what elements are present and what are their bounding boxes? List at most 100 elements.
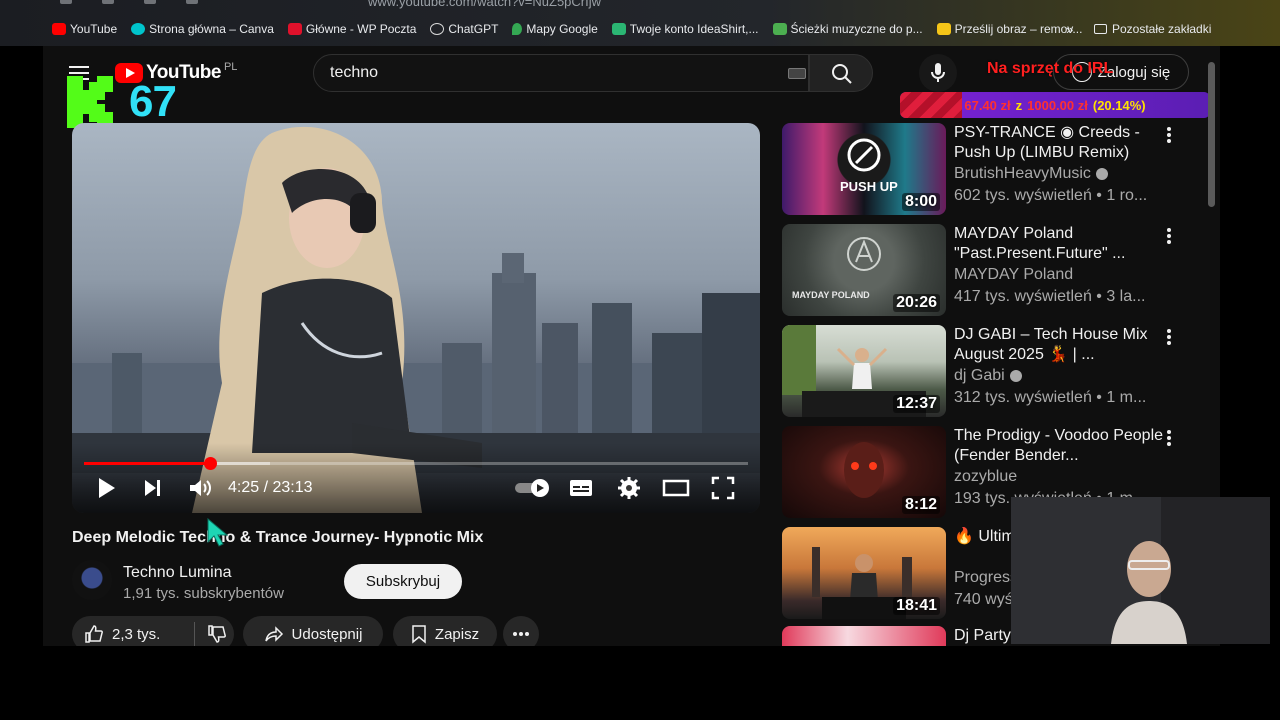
mayday-logo-icon	[847, 237, 881, 271]
canva-icon	[131, 23, 146, 35]
bookmark-canva[interactable]: Strona główna – Canva	[131, 22, 274, 36]
controls-gradient	[72, 443, 760, 513]
thumbs-up-icon	[85, 625, 103, 643]
video-title: Deep Melodic Techno & Trance Journey- Hy…	[72, 529, 484, 546]
chatgpt-icon	[430, 23, 445, 35]
bookmark-chatgpt[interactable]: ChatGPT	[430, 22, 498, 36]
search-button[interactable]	[809, 54, 873, 92]
removebg-icon	[936, 23, 951, 35]
channel-avatar[interactable]	[72, 560, 112, 600]
browser-nav-buttons[interactable]	[60, 0, 198, 4]
video-thumbnail[interactable]: PUSH UP 8:00	[782, 123, 946, 215]
bookmark-wp-poczta[interactable]: Główne - WP Poczta	[287, 22, 416, 36]
video-thumbnail[interactable]: 18:41	[782, 527, 946, 619]
recommendation-title[interactable]: MAYDAY Poland "Past.Present.Future" ...	[954, 224, 1166, 264]
more-horizontal-icon	[513, 632, 529, 636]
more-vertical-icon[interactable]	[1166, 428, 1172, 448]
video-duration: 8:00	[901, 193, 940, 211]
video-thumbnail[interactable]: 12:37	[782, 325, 946, 417]
subscriber-count: 1,91 tys. subskrybentów	[123, 585, 284, 602]
wp-icon	[287, 23, 302, 35]
bookmark-icon	[412, 625, 426, 644]
voice-search-button[interactable]	[919, 54, 957, 92]
recommendation-channel[interactable]: MAYDAY Poland	[954, 266, 1073, 284]
bookmarks-bar: YouTube Strona główna – Canva Główne - W…	[52, 22, 1096, 36]
folder-icon	[1094, 24, 1107, 34]
more-actions-button[interactable]	[503, 616, 539, 646]
subscribe-button[interactable]: Subskrybuj	[344, 564, 462, 599]
other-bookmarks[interactable]: Pozostałe zakładki	[1094, 22, 1211, 36]
settings-gear-icon[interactable]	[616, 475, 642, 501]
screen: www.youtube.com/watch?v=NuZ5pCrIjw YouTu…	[0, 0, 1280, 720]
red-face-figure	[844, 442, 884, 498]
subtitles-icon[interactable]	[568, 475, 594, 501]
video-thumbnail[interactable]	[782, 626, 946, 646]
progress-bar[interactable]	[84, 457, 748, 470]
recommendation-meta: 312 tys. wyświetleń • 1 m...	[954, 389, 1147, 406]
bookmark-youtube[interactable]: YouTube	[52, 22, 117, 36]
verified-icon	[1095, 168, 1108, 180]
recommendation-channel[interactable]: zozyblue	[954, 468, 1017, 486]
recommendation-item[interactable]: 12:37 DJ GABI – Tech House Mix August 20…	[782, 325, 1182, 417]
thumbs-down-icon	[208, 625, 226, 643]
more-bookmarks-button[interactable]: »	[1066, 22, 1073, 37]
verified-icon	[1009, 370, 1022, 382]
donation-goal-title: Na sprzęt do IRL	[987, 60, 1114, 77]
mouse-cursor-icon	[207, 518, 229, 547]
bookmark-removebg[interactable]: Prześlij obraz – remov...	[936, 22, 1082, 36]
recommendation-title[interactable]: DJ GABI – Tech House Mix August 2025 💃 |…	[954, 325, 1166, 365]
thumbnail-text: PUSH UP	[840, 179, 898, 194]
thumbnail-text: MAYDAY POLAND	[792, 290, 870, 300]
streamer-webcam-figure	[1011, 497, 1270, 644]
search-icon	[832, 64, 852, 84]
theater-mode-icon[interactable]	[662, 475, 690, 501]
scrollbar[interactable]	[1208, 62, 1215, 207]
played-bar	[84, 462, 211, 465]
video-duration: 8:12	[901, 496, 940, 514]
keyboard-icon[interactable]	[788, 68, 806, 79]
ideashirt-icon	[611, 23, 626, 35]
autoplay-toggle-icon[interactable]	[514, 475, 552, 501]
like-dislike-group: 2,3 tys.	[72, 616, 234, 646]
fullscreen-icon[interactable]	[710, 475, 736, 501]
recommendation-item[interactable]: MAYDAY POLAND 20:26 MAYDAY Poland "Past.…	[782, 224, 1182, 316]
play-icon[interactable]	[96, 475, 118, 501]
video-player[interactable]: 4:25 / 23:13	[72, 123, 760, 513]
video-thumbnail[interactable]: MAYDAY POLAND 20:26	[782, 224, 946, 316]
viewer-counter: 67	[129, 77, 177, 126]
share-button[interactable]: Udostępnij	[243, 616, 383, 646]
push-up-logo-icon	[847, 138, 881, 172]
next-icon[interactable]	[142, 475, 164, 501]
recommendation-title[interactable]: The Prodigy - Voodoo People (Fender Bend…	[954, 426, 1166, 466]
recommendation-meta: 417 tys. wyświetleń • 3 la...	[954, 288, 1146, 305]
microphone-icon	[931, 63, 945, 82]
bookmark-ideashirt[interactable]: Twoje konto IdeaShirt,...	[611, 22, 759, 36]
channel-name[interactable]: Techno Lumina	[123, 564, 232, 582]
volume-icon[interactable]	[188, 475, 212, 501]
save-button[interactable]: Zapisz	[393, 616, 497, 646]
maps-pin-icon	[512, 23, 523, 35]
more-vertical-icon[interactable]	[1166, 125, 1172, 145]
recommendation-item[interactable]: PUSH UP 8:00 PSY-TRANCE ◉ Creeds - Push …	[782, 123, 1182, 215]
bookmark-sciezki[interactable]: Ścieżki muzyczne do p...	[772, 22, 923, 36]
more-vertical-icon[interactable]	[1166, 226, 1172, 246]
dislike-button[interactable]	[195, 624, 227, 644]
bookmark-google-maps[interactable]: Mapy Google	[512, 22, 598, 36]
px-icon	[772, 23, 787, 35]
search-query: techno	[330, 64, 379, 81]
recommendation-channel[interactable]: BrutishHeavyMusic	[954, 165, 1108, 183]
video-duration: 18:41	[893, 597, 940, 615]
recommendation-title[interactable]: PSY-TRANCE ◉ Creeds - Push Up (LIMBU Rem…	[954, 123, 1166, 163]
search-input[interactable]: techno	[313, 54, 833, 92]
video-thumbnail[interactable]: 8:12	[782, 426, 946, 518]
share-icon	[264, 626, 283, 642]
video-duration: 12:37	[893, 395, 940, 413]
like-button[interactable]: 2,3 tys.	[72, 624, 184, 644]
time-display: 4:25 / 23:13	[228, 479, 313, 496]
webcam-overlay	[1011, 497, 1270, 644]
donation-goal-bar: 67.40 zł z 1000.00 zł (20.14%)	[900, 92, 1210, 118]
recommendation-channel[interactable]: dj Gabi	[954, 367, 1022, 385]
more-vertical-icon[interactable]	[1166, 327, 1172, 347]
recommendation-meta: 602 tys. wyświetleń • 1 ro...	[954, 187, 1148, 204]
address-bar[interactable]: www.youtube.com/watch?v=NuZ5pCrIjw	[368, 0, 601, 9]
